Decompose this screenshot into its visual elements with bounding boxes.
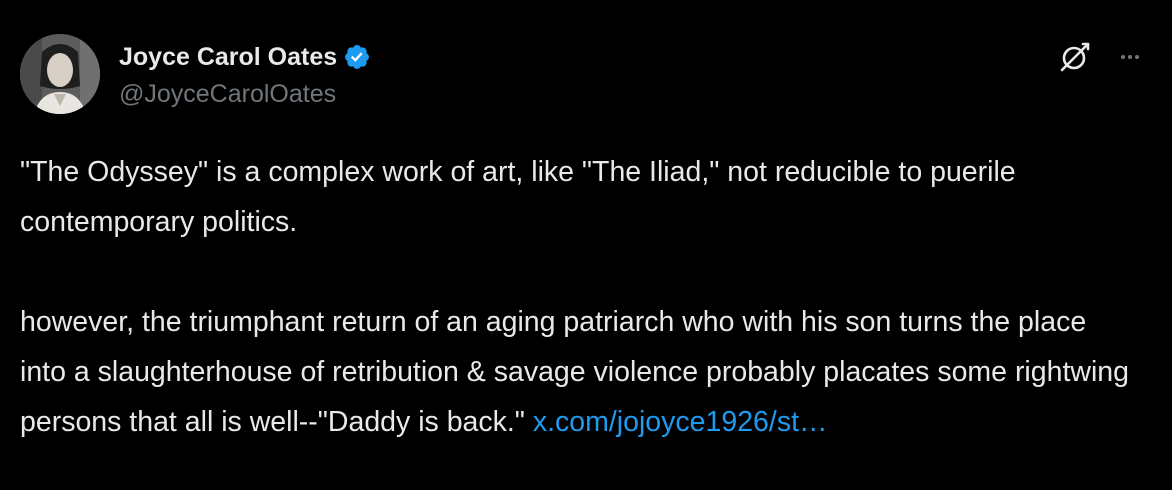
more-options-icon [1128,55,1132,59]
author-handle[interactable]: @JoyceCarolOates [119,80,336,109]
avatar[interactable] [20,34,100,114]
grok-icon [1060,42,1090,72]
tweet-card: Joyce Carol Oates @JoyceCarolOates "The … [0,0,1172,490]
more-options-icon [1135,55,1139,59]
avatar-image [20,34,100,114]
more-options-button[interactable] [1112,40,1148,74]
verified-badge-icon [345,45,370,69]
tweet-paragraph-1: "The Odyssey" is a complex work of art, … [20,156,1024,238]
grok-button[interactable] [1058,40,1092,74]
tweet-link[interactable]: x.com/jojoyce1926/st… [533,406,828,438]
author-display-name[interactable]: Joyce Carol Oates [119,43,337,72]
more-options-icon [1121,55,1125,59]
author-name-row: Joyce Carol Oates [119,40,371,74]
tweet-text: "The Odyssey" is a complex work of art, … [20,147,1140,447]
